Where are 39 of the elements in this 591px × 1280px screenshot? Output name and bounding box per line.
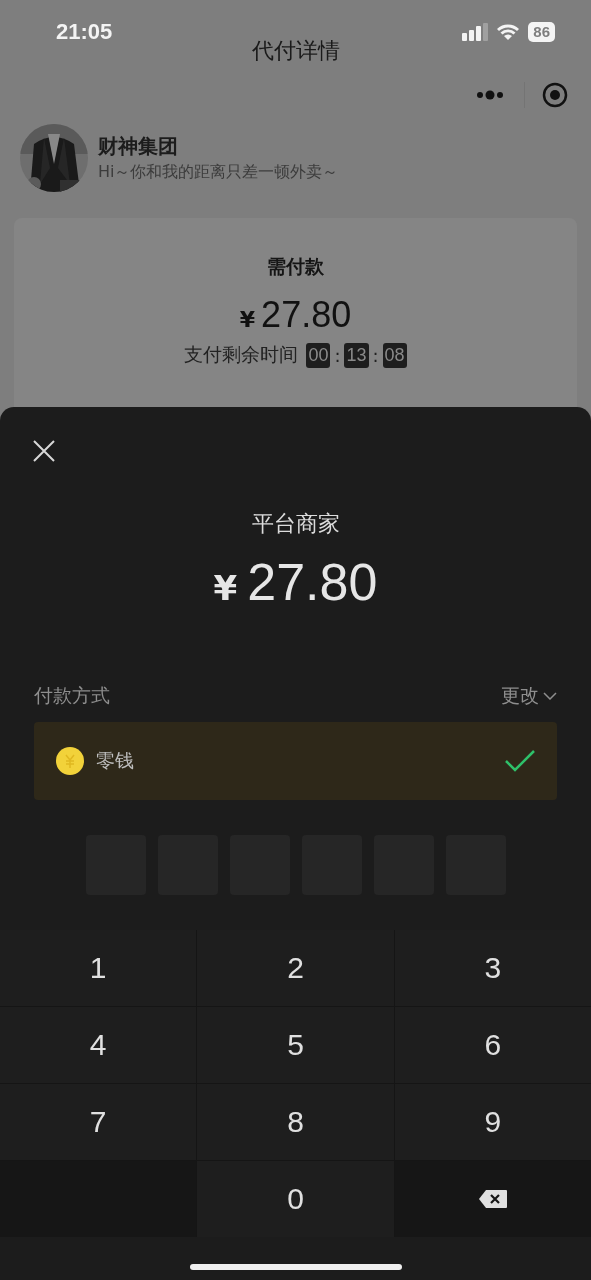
target-icon[interactable] — [542, 82, 568, 108]
status-time: 21:05 — [56, 19, 113, 45]
keypad-key[interactable]: 5 — [197, 1007, 394, 1083]
page-title: 代付详情 — [250, 37, 341, 65]
keypad-key[interactable]: 9 — [394, 1084, 591, 1160]
requester-name: 财神集团 — [98, 133, 179, 160]
amount-label: 需付款 — [267, 254, 324, 279]
battery-level: 86 — [528, 22, 555, 42]
chevron-down-icon — [543, 692, 557, 700]
payee-name: 平台商家 — [250, 510, 341, 538]
keypad-key[interactable]: 2 — [197, 930, 394, 1006]
countdown-separator: : — [372, 344, 379, 366]
signal-icon — [462, 23, 489, 41]
checkmark-icon — [505, 750, 535, 772]
keypad-key[interactable]: 4 — [0, 1007, 197, 1083]
keypad-key[interactable]: 0 — [197, 1161, 394, 1237]
currency-symbol: ¥ — [213, 568, 238, 608]
countdown-label: 支付剩余时间 — [184, 342, 299, 367]
payment-method-label: 付款方式 — [34, 683, 110, 708]
keypad-key[interactable]: 1 — [0, 930, 197, 1006]
countdown-digits: 13 — [344, 342, 369, 368]
coin-icon — [56, 747, 84, 775]
currency-symbol: ¥ — [239, 307, 256, 332]
keypad-key[interactable]: 8 — [197, 1084, 394, 1160]
keypad-key[interactable]: 3 — [394, 930, 591, 1006]
countdown-digits: 08 — [382, 342, 407, 368]
method-name: 零钱 — [96, 748, 135, 773]
close-icon[interactable] — [33, 440, 55, 462]
countdown-digits: 00 — [306, 342, 331, 368]
payment-amount: 27.80 — [247, 552, 378, 612]
countdown-separator: : — [334, 344, 341, 366]
change-method-link[interactable]: 更改 — [501, 683, 557, 709]
backspace-icon — [477, 1189, 508, 1209]
payment-method-option[interactable]: 零钱 — [34, 722, 557, 800]
keypad-key[interactable]: 6 — [394, 1007, 591, 1083]
more-icon[interactable] — [476, 90, 504, 100]
keypad-key[interactable]: 7 — [0, 1084, 197, 1160]
wifi-icon — [496, 23, 521, 41]
amount-due: 27.80 — [261, 294, 352, 336]
